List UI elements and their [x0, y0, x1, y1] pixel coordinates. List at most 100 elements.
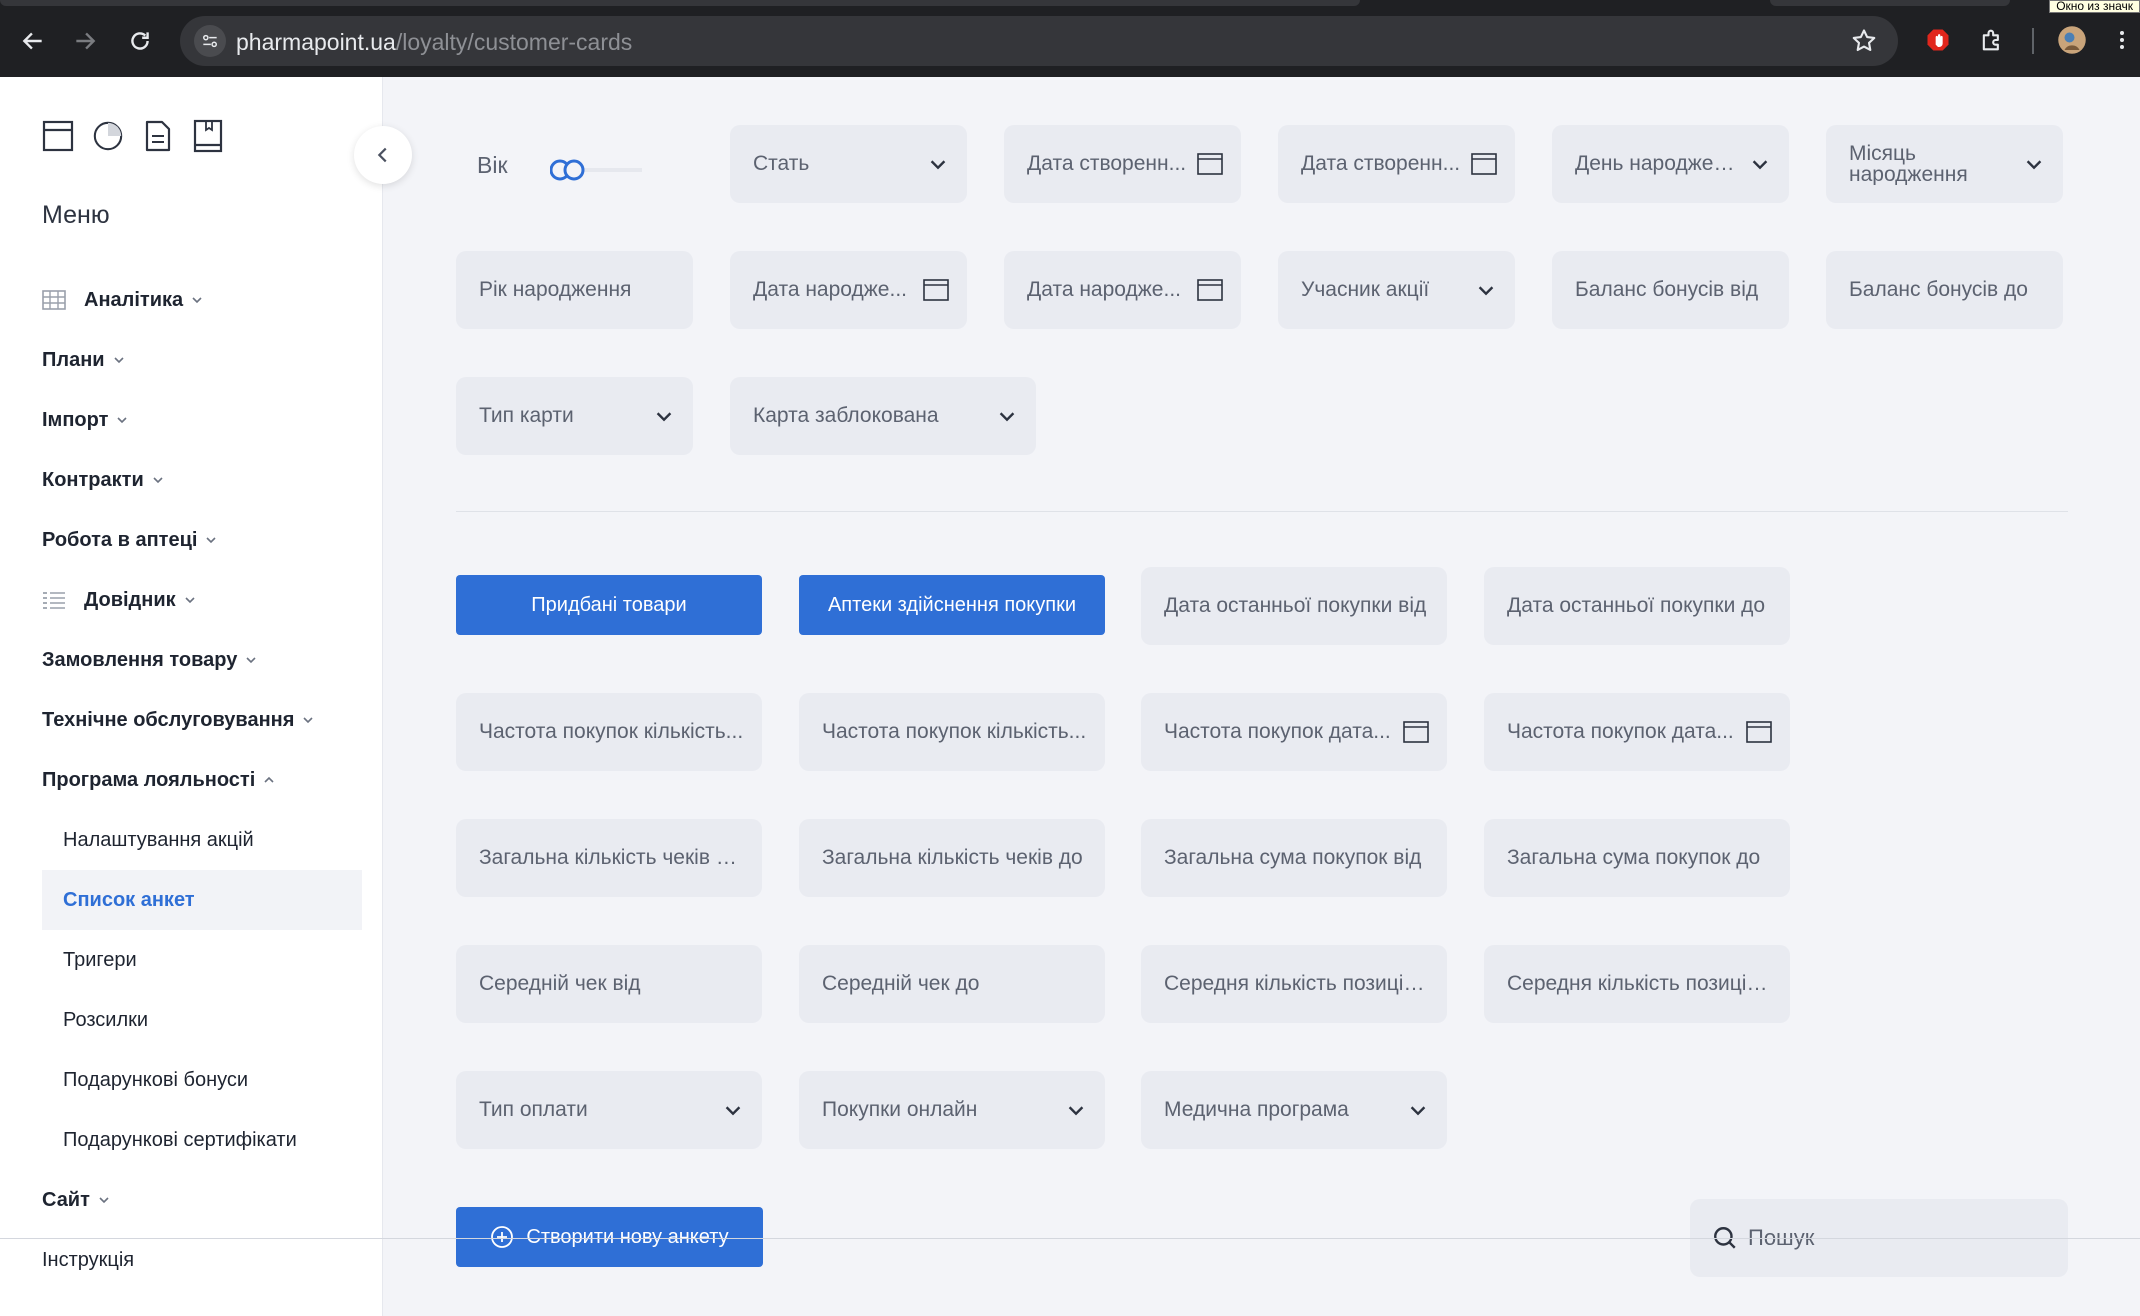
- sidebar-subitem-gift-bonuses[interactable]: Подарункові бонуси: [42, 1050, 362, 1110]
- chevron-down-icon: [206, 537, 217, 544]
- avg-positions-to-input[interactable]: Середня кількість позицій...: [1484, 945, 1790, 1023]
- sidebar-item-site[interactable]: Сайт: [42, 1180, 110, 1220]
- create-button-label: Створити нову анкету: [526, 1225, 729, 1248]
- receipts-count-from-input[interactable]: Загальна кількість чеків в...: [456, 819, 762, 897]
- age-range-slider[interactable]: [550, 155, 645, 185]
- window-tooltip: Окно из значк: [2049, 0, 2140, 13]
- card-blocked-select[interactable]: Карта заблокована: [730, 377, 1036, 455]
- browser-tab[interactable]: [0, 0, 1360, 6]
- back-button[interactable]: [14, 22, 52, 60]
- payment-type-select[interactable]: Тип оплати: [456, 1071, 762, 1149]
- card-type-select[interactable]: Тип карти: [456, 377, 693, 455]
- sidebar-subitem-label: Розсилки: [63, 1008, 149, 1031]
- field-label: Середній чек від: [479, 972, 641, 995]
- document-icon[interactable]: [142, 119, 174, 153]
- sidebar-item-analytics[interactable]: Аналітика: [42, 280, 203, 320]
- sidebar-item-directory[interactable]: Довідник: [42, 580, 196, 620]
- chevron-down-icon: [246, 657, 256, 664]
- chevron-down-icon: [114, 357, 124, 364]
- calendar-icon: [1471, 153, 1497, 175]
- chevron-down-icon: [725, 1106, 741, 1116]
- field-label: Середня кількість позицій...: [1164, 972, 1429, 995]
- field-label: Загальна сума покупок до: [1507, 846, 1761, 869]
- reload-button[interactable]: [121, 22, 159, 60]
- gender-select[interactable]: Стать: [730, 125, 967, 203]
- calendar-icon: [923, 279, 949, 301]
- birth-date-from-picker[interactable]: Дата народже...: [730, 251, 967, 329]
- site-info-icon[interactable]: [194, 25, 226, 57]
- field-label: Дата створенн...: [1027, 152, 1187, 175]
- purchase-frequency-count-to-input[interactable]: Частота покупок кількість...: [799, 693, 1105, 771]
- created-date-from-picker[interactable]: Дата створенн...: [1004, 125, 1241, 203]
- calendar-icon: [1403, 721, 1429, 743]
- birth-month-select[interactable]: Місяць народження: [1826, 125, 2063, 203]
- reload-icon: [131, 32, 149, 50]
- field-label: Частота покупок дата...: [1164, 720, 1391, 743]
- chevron-down-icon: [1068, 1106, 1084, 1116]
- calendar-icon: [1197, 153, 1223, 175]
- birth-date-to-picker[interactable]: Дата народже...: [1004, 251, 1241, 329]
- browser-chrome: pharmapoint.ua/loyalty/customer-cards Ок…: [0, 0, 2140, 77]
- avg-positions-from-input[interactable]: Середня кількість позицій...: [1141, 945, 1447, 1023]
- purchase-pharmacies-button[interactable]: Аптеки здійснення покупки: [799, 575, 1105, 635]
- chevron-down-icon: [1752, 160, 1768, 170]
- adblock-extension-icon[interactable]: [1920, 22, 1956, 58]
- bonus-balance-from-input[interactable]: Баланс бонусів від: [1552, 251, 1789, 329]
- sidebar-item-pharmacy-work[interactable]: Робота в аптеці: [42, 520, 217, 560]
- field-label: Місяць народження: [1849, 143, 1968, 185]
- bookmark-star-icon[interactable]: [1850, 27, 1878, 55]
- sidebar-item-orders[interactable]: Замовлення товару: [42, 640, 257, 680]
- chevron-down-icon: [2026, 160, 2042, 170]
- sidebar-item-maintenance[interactable]: Технічне обслуговування: [42, 700, 314, 740]
- purchase-frequency-date-to-picker[interactable]: Частота покупок дата...: [1484, 693, 1790, 771]
- sidebar-subitem-questionnaires[interactable]: Список анкет: [42, 870, 362, 930]
- chevron-down-icon: [930, 160, 946, 170]
- total-sum-from-input[interactable]: Загальна сума покупок від: [1141, 819, 1447, 897]
- browser-tab[interactable]: [1770, 0, 2010, 6]
- archive-box-icon[interactable]: [42, 119, 74, 153]
- sidebar-collapse-button[interactable]: [354, 126, 412, 184]
- field-label: Тип карти: [479, 404, 574, 427]
- sidebar-item-loyalty[interactable]: Програма лояльності: [42, 760, 275, 800]
- sidebar-subitem-promo-settings[interactable]: Налаштування акцій: [42, 810, 362, 870]
- promo-participant-select[interactable]: Учасник акції: [1278, 251, 1515, 329]
- sidebar-item-instructions[interactable]: Інструкція: [42, 1240, 134, 1280]
- birth-year-input[interactable]: Рік народження: [456, 251, 693, 329]
- last-purchase-from-input[interactable]: Дата останньої покупки від: [1141, 567, 1447, 645]
- total-sum-to-input[interactable]: Загальна сума покупок до: [1484, 819, 1790, 897]
- sidebar-subitem-triggers[interactable]: Тригери: [42, 930, 362, 990]
- purchased-products-button[interactable]: Придбані товари: [456, 575, 762, 635]
- purchase-frequency-date-from-picker[interactable]: Частота покупок дата...: [1141, 693, 1447, 771]
- pie-chart-icon[interactable]: [92, 119, 124, 153]
- book-icon[interactable]: [192, 119, 224, 153]
- create-questionnaire-button[interactable]: Створити нову анкету: [456, 1207, 763, 1267]
- online-purchases-select[interactable]: Покупки онлайн: [799, 1071, 1105, 1149]
- extensions-puzzle-icon[interactable]: [1974, 22, 2010, 58]
- sidebar-item-plans[interactable]: Плани: [42, 340, 125, 380]
- sidebar: Меню Аналітика Плани Імпорт Контракти Ро…: [0, 77, 383, 1316]
- sidebar-subitem-label: Список анкет: [63, 888, 195, 911]
- sidebar-subitem-gift-certificates[interactable]: Подарункові сертифікати: [42, 1110, 362, 1170]
- created-date-to-picker[interactable]: Дата створенн...: [1278, 125, 1515, 203]
- field-label: Загальна кількість чеків в...: [479, 846, 744, 869]
- chevron-left-icon: [377, 147, 387, 163]
- sidebar-item-contracts[interactable]: Контракти: [42, 460, 164, 500]
- birth-day-select[interactable]: День народження: [1552, 125, 1789, 203]
- sidebar-subitem-mailings[interactable]: Розсилки: [42, 990, 362, 1050]
- avg-receipt-from-input[interactable]: Середній чек від: [456, 945, 762, 1023]
- purchase-frequency-count-from-input[interactable]: Частота покупок кількість...: [456, 693, 762, 771]
- field-label: Дата народже...: [1027, 278, 1181, 301]
- browser-menu-icon[interactable]: [2110, 22, 2134, 58]
- last-purchase-to-input[interactable]: Дата останньої покупки до: [1484, 567, 1790, 645]
- bonus-balance-to-input[interactable]: Баланс бонусів до: [1826, 251, 2063, 329]
- forward-button[interactable]: [66, 22, 104, 60]
- window-bottom-edge: [0, 1238, 2140, 1239]
- menu-title: Меню: [42, 201, 110, 229]
- receipts-count-to-input[interactable]: Загальна кількість чеків до: [799, 819, 1105, 897]
- plus-circle-icon: [491, 1226, 514, 1248]
- profile-avatar[interactable]: [2054, 22, 2090, 58]
- sidebar-item-import[interactable]: Імпорт: [42, 400, 128, 440]
- medical-program-select[interactable]: Медична програма: [1141, 1071, 1447, 1149]
- avg-receipt-to-input[interactable]: Середній чек до: [799, 945, 1105, 1023]
- address-bar[interactable]: pharmapoint.ua/loyalty/customer-cards: [180, 16, 1898, 66]
